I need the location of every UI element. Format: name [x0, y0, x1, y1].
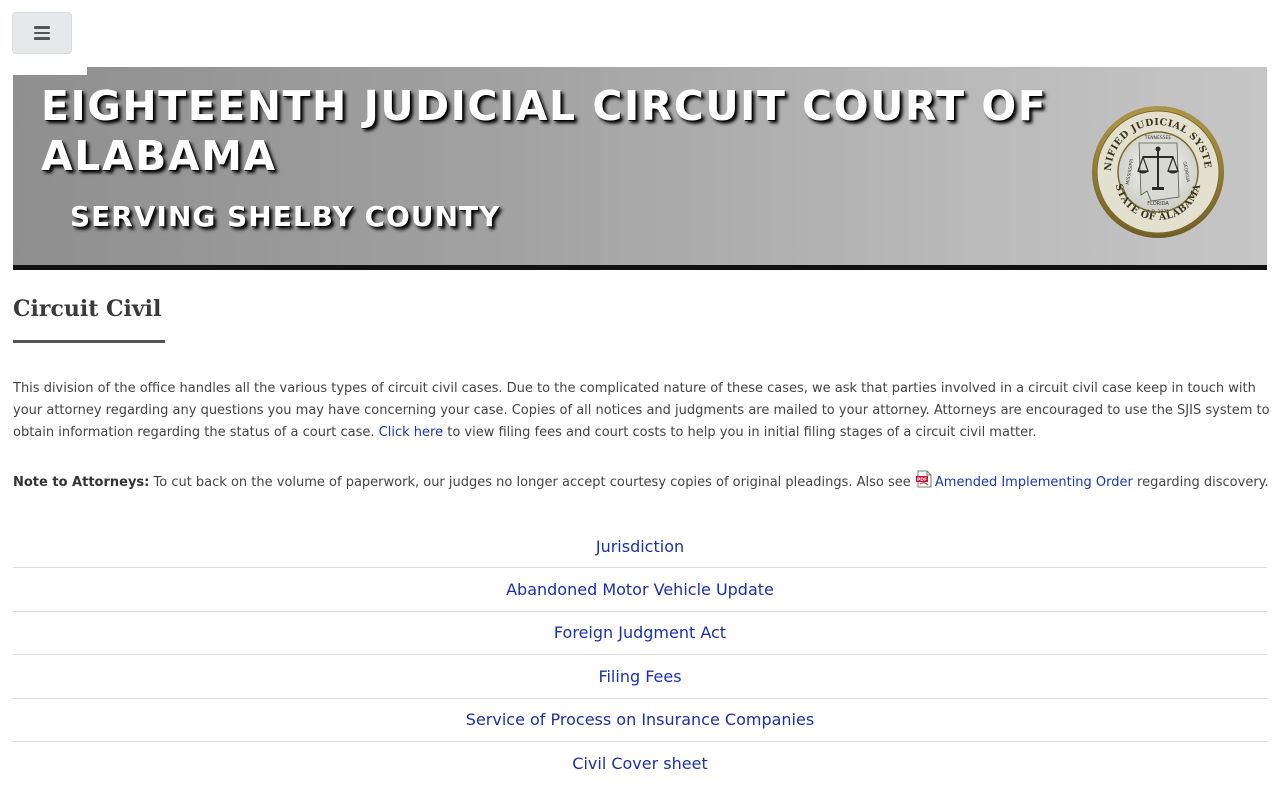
seal-year-text: A.D. 1971: [1147, 209, 1169, 215]
banner-notch: [13, 67, 87, 75]
note-after-link-text: regarding discovery.: [1137, 475, 1269, 490]
seal-florida-text: FLORIDA: [1147, 201, 1169, 207]
page-title: Circuit Civil: [13, 296, 162, 322]
pdf-file-icon: PDF: [915, 470, 932, 488]
foreign-judgment-act-link[interactable]: Foreign Judgment Act: [554, 623, 726, 642]
site-title: EIGHTEENTH JUDICIAL CIRCUIT COURT OF ALA…: [41, 82, 1048, 180]
menu-toggle-button[interactable]: [12, 12, 72, 54]
title-underline: [13, 340, 165, 343]
list-item: Foreign Judgment Act: [13, 612, 1267, 656]
list-item: Service of Process on Insurance Companie…: [13, 699, 1267, 742]
list-item: Civil Cover sheet: [13, 742, 1267, 785]
svg-text:PDF: PDF: [917, 477, 927, 483]
civil-cover-sheet-link[interactable]: Civil Cover sheet: [572, 754, 707, 773]
click-here-link[interactable]: Click here: [379, 425, 443, 440]
list-item: Abandoned Motor Vehicle Update: [13, 568, 1267, 612]
service-of-process-link[interactable]: Service of Process on Insurance Companie…: [466, 710, 814, 729]
note-label: Note to Attorneys:: [13, 475, 150, 490]
amended-implementing-order-link[interactable]: PDF Amended Implementing Order: [915, 470, 1133, 490]
note-paragraph: Note to Attorneys: To cut back on the vo…: [13, 470, 1271, 494]
hamburger-menu-icon: [34, 26, 50, 40]
abandoned-motor-vehicle-update-link[interactable]: Abandoned Motor Vehicle Update: [506, 580, 774, 599]
filing-fees-link[interactable]: Filing Fees: [598, 667, 681, 686]
amended-implementing-order-label: Amended Implementing Order: [934, 475, 1133, 490]
note-text: To cut back on the volume of paperwork, …: [153, 475, 911, 490]
jurisdiction-link[interactable]: Jurisdiction: [596, 537, 684, 556]
related-links-list: Jurisdiction Abandoned Motor Vehicle Upd…: [13, 525, 1267, 785]
intro-paragraph: This division of the office handles all …: [13, 378, 1271, 444]
list-item: Filing Fees: [13, 655, 1267, 699]
site-subtitle: SERVING SHELBY COUNTY: [70, 200, 501, 233]
list-item: Jurisdiction: [13, 525, 1267, 569]
site-banner: EIGHTEENTH JUDICIAL CIRCUIT COURT OF ALA…: [13, 67, 1267, 270]
state-seal-logo: UNIFIED JUDICIAL SYSTEM STATE OF ALABAMA…: [1091, 105, 1224, 238]
seal-tennessee-text: TENNESSEE: [1144, 135, 1172, 141]
intro-after-link-text: to view filing fees and court costs to h…: [447, 425, 1037, 440]
